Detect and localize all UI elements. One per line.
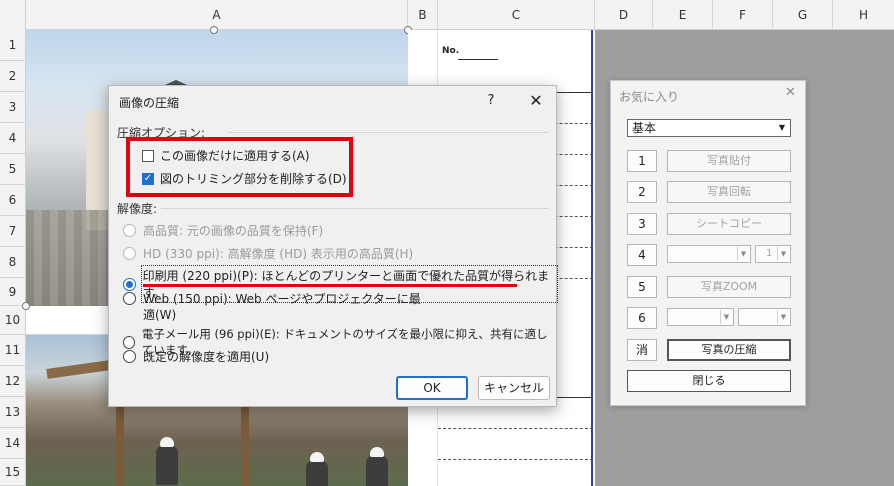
column-header-h[interactable]: H xyxy=(833,0,894,30)
row-header-2[interactable]: 2 xyxy=(0,61,26,92)
favorite-slot-5-button[interactable]: 5 xyxy=(627,276,657,298)
slot-6-combo-2[interactable]: ▼ xyxy=(738,308,791,326)
selection-handle[interactable] xyxy=(210,26,218,34)
radio-icon[interactable] xyxy=(123,247,136,260)
radio-high-fidelity[interactable]: 高品質: 元の画像の品質を保持(F) xyxy=(123,222,323,239)
close-icon[interactable]: ✕ xyxy=(785,85,796,100)
radio-default-resolution[interactable]: 既定の解像度を適用(U) xyxy=(123,348,269,365)
radio-icon[interactable] xyxy=(123,335,135,349)
slot-4-combo[interactable]: ▼ xyxy=(667,245,751,263)
highlight-box-red xyxy=(126,137,353,197)
copy-sheet-button[interactable]: シートコピー xyxy=(667,213,791,235)
radio-icon[interactable] xyxy=(123,350,136,363)
close-icon[interactable]: ✕ xyxy=(523,90,549,112)
close-panel-button[interactable]: 閉じる xyxy=(627,370,791,392)
radio-icon[interactable] xyxy=(123,224,136,237)
favorite-slot-6-button[interactable]: 6 xyxy=(627,307,657,329)
form-number-label: No. xyxy=(442,46,460,56)
paste-photo-button[interactable]: 写真貼付 xyxy=(667,150,791,172)
cancel-button[interactable]: キャンセル xyxy=(478,376,550,400)
compress-pictures-dialog: 画像の圧縮 ? ✕ 圧縮オプション: この画像だけに適用する(A) ✓ 図のトリ… xyxy=(108,85,559,407)
row-header-8[interactable]: 8 xyxy=(0,247,26,278)
radio-web-150-label-cont: 適(W) xyxy=(143,308,177,322)
chevron-down-icon[interactable]: ▼ xyxy=(720,310,732,324)
form-dashed-line xyxy=(438,428,593,429)
highlight-underline-red xyxy=(143,284,517,287)
row-header-10[interactable]: 10 xyxy=(0,306,26,335)
favorite-slot-2-button[interactable]: 2 xyxy=(627,181,657,203)
radio-default-resolution-label: 既定の解像度を適用(U) xyxy=(143,350,270,364)
compress-photo-button[interactable]: 写真の圧縮 xyxy=(667,339,791,361)
ok-button[interactable]: OK xyxy=(396,376,468,400)
row-header-5[interactable]: 5 xyxy=(0,154,26,185)
column-header-d[interactable]: D xyxy=(595,0,653,30)
form-dashed-line xyxy=(438,459,593,460)
column-header-g[interactable]: G xyxy=(773,0,833,30)
radio-icon[interactable] xyxy=(123,292,136,305)
row-header-7[interactable]: 7 xyxy=(0,216,26,247)
selection-handle[interactable] xyxy=(22,302,30,310)
chevron-down-icon[interactable]: ▼ xyxy=(777,310,789,324)
preset-select-value: 基本 xyxy=(632,121,657,135)
chevron-down-icon[interactable]: ▼ xyxy=(776,122,788,134)
favorite-slot-4-button[interactable]: 4 xyxy=(627,244,657,266)
column-header-a[interactable]: A xyxy=(26,0,408,30)
column-header-row: A B C D E F G H xyxy=(0,0,894,30)
favorites-title: お気に入り xyxy=(619,90,680,104)
help-button[interactable]: ? xyxy=(481,90,501,112)
radio-web-150[interactable]: Web (150 ppi): Web ページやプロジェクターに最 xyxy=(123,290,421,307)
slot-4-count-value: 1 xyxy=(766,248,773,259)
row-header-12[interactable]: 12 xyxy=(0,366,26,397)
radio-hd-330-label: HD (330 ppi): 高解像度 (HD) 表示用の高品質(H) xyxy=(143,247,414,261)
select-all-corner[interactable] xyxy=(0,0,26,30)
favorite-slot-3-button[interactable]: 3 xyxy=(627,213,657,235)
row-header-15[interactable]: 15 xyxy=(0,459,26,486)
row-header-4[interactable]: 4 xyxy=(0,123,26,154)
radio-hd-330[interactable]: HD (330 ppi): 高解像度 (HD) 表示用の高品質(H) xyxy=(123,245,413,262)
chevron-down-icon[interactable]: ▼ xyxy=(777,247,789,261)
preset-select[interactable]: 基本 ▼ xyxy=(627,119,791,137)
form-number-underline xyxy=(458,59,498,60)
row-header-14[interactable]: 14 xyxy=(0,428,26,459)
row-header-1[interactable]: 1 xyxy=(0,30,26,61)
slot-6-combo[interactable]: ▼ xyxy=(667,308,734,326)
column-header-b[interactable]: B xyxy=(408,0,438,30)
chevron-down-icon[interactable]: ▼ xyxy=(737,247,749,261)
slot-4-count-combo[interactable]: 1 ▼ xyxy=(755,245,791,263)
radio-web-150-label: Web (150 ppi): Web ページやプロジェクターに最 xyxy=(143,292,421,306)
photo-zoom-button[interactable]: 写真ZOOM xyxy=(667,276,791,298)
row-header-3[interactable]: 3 xyxy=(0,92,26,123)
resolution-label: 解像度: xyxy=(117,202,158,216)
row-header-6[interactable]: 6 xyxy=(0,185,26,216)
group-divider xyxy=(161,208,549,209)
column-header-f[interactable]: F xyxy=(713,0,773,30)
row-header-9[interactable]: 9 xyxy=(0,278,26,306)
rotate-photo-button[interactable]: 写真回転 xyxy=(667,181,791,203)
favorites-panel: お気に入り ✕ 基本 ▼ 1 写真貼付 2 写真回転 3 シートコピー 4 ▼ … xyxy=(610,80,806,406)
row-header-11[interactable]: 11 xyxy=(0,335,26,366)
column-header-e[interactable]: E xyxy=(653,0,713,30)
group-divider xyxy=(229,132,549,133)
radio-selected-icon[interactable] xyxy=(123,277,136,291)
radio-high-fidelity-label: 高品質: 元の画像の品質を保持(F) xyxy=(143,224,324,238)
column-header-c[interactable]: C xyxy=(438,0,595,30)
clear-button[interactable]: 消 xyxy=(627,339,657,361)
favorite-slot-1-button[interactable]: 1 xyxy=(627,150,657,172)
dialog-title: 画像の圧縮 xyxy=(119,96,180,110)
row-header-13[interactable]: 13 xyxy=(0,397,26,428)
